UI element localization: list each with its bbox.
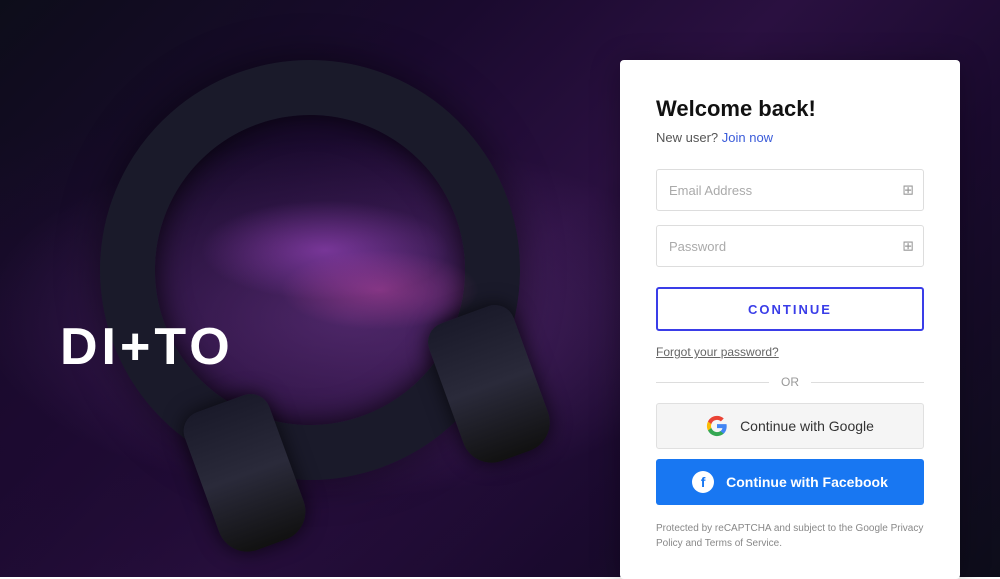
or-line-left (656, 382, 769, 383)
or-divider: OR (656, 375, 924, 389)
or-line-right (811, 382, 924, 383)
password-group: ⊞ (656, 225, 924, 267)
email-group: ⊞ (656, 169, 924, 211)
join-now-link[interactable]: Join now (722, 130, 773, 145)
login-panel: Welcome back! New user? Join now ⊞ ⊞ CON… (620, 60, 960, 579)
forgot-password-link[interactable]: Forgot your password? (656, 345, 924, 359)
recaptcha-text: Protected by reCAPTCHA and subject to th… (656, 521, 924, 551)
pink-glow (280, 250, 480, 330)
google-button-label: Continue with Google (740, 418, 874, 434)
facebook-icon: f (692, 471, 714, 493)
password-input[interactable] (656, 225, 924, 267)
or-text: OR (781, 375, 799, 389)
continue-button[interactable]: CONTINUE (656, 287, 924, 331)
new-user-prompt: New user? Join now (656, 130, 924, 145)
new-user-prefix: New user? (656, 130, 718, 145)
facebook-button-label: Continue with Facebook (726, 474, 888, 490)
google-button[interactable]: Continue with Google (656, 403, 924, 449)
google-icon (706, 415, 728, 437)
password-icon: ⊞ (902, 238, 914, 255)
facebook-button[interactable]: f Continue with Facebook (656, 459, 924, 505)
welcome-title: Welcome back! (656, 96, 924, 122)
email-input[interactable] (656, 169, 924, 211)
email-icon: ⊞ (902, 182, 914, 199)
app-logo: DI+TO (60, 317, 234, 377)
